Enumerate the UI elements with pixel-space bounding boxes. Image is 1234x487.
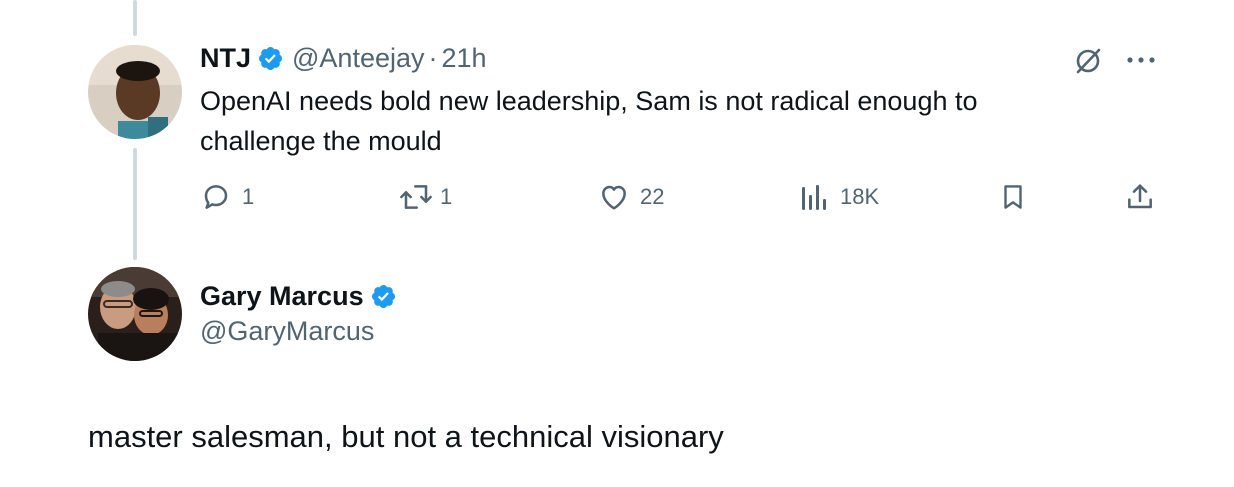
parent-tweet-text-line2: challenge the mould [200, 126, 442, 156]
thread-line-middle [133, 148, 137, 260]
like-button[interactable]: 22 [598, 181, 664, 213]
more-icon[interactable] [1125, 55, 1157, 65]
repost-icon [398, 181, 434, 213]
verified-badge-icon [257, 45, 284, 72]
share-button[interactable] [1124, 181, 1156, 213]
parent-tweet-text-line1: OpenAI needs bold new leadership, Sam is… [200, 86, 978, 116]
parent-timestamp[interactable]: 21h [442, 43, 487, 74]
reply-icon [200, 181, 232, 213]
like-count: 22 [640, 184, 665, 209]
time-separator: · [428, 43, 438, 73]
bookmark-button[interactable] [998, 181, 1028, 213]
repost-button[interactable]: 1 [398, 181, 452, 213]
avatar-ntj[interactable] [88, 45, 182, 139]
share-icon [1124, 181, 1156, 213]
parent-tweet-header: NTJ @Anteejay · 21h [200, 43, 487, 74]
main-tweet-name-row: Gary Marcus [200, 281, 397, 312]
main-display-name[interactable]: Gary Marcus [200, 281, 364, 312]
repost-count: 1 [440, 184, 453, 209]
main-handle[interactable]: @GaryMarcus [200, 316, 374, 347]
bookmark-icon [998, 181, 1028, 213]
thread-line-top [133, 0, 137, 36]
verified-badge-icon [370, 283, 397, 310]
main-tweet-text: master salesman, but not a technical vis… [88, 419, 724, 454]
views-count: 18K [840, 184, 880, 209]
parent-tweet-text: OpenAI needs bold new leadership, Sam is… [200, 81, 978, 161]
like-icon [598, 181, 630, 213]
views-button[interactable]: 18K [800, 181, 879, 213]
main-tweet-handle-row: @GaryMarcus [200, 316, 374, 347]
parent-handle[interactable]: @Anteejay [292, 43, 424, 74]
avatar-gary-marcus[interactable] [88, 267, 182, 361]
views-icon [800, 181, 830, 213]
reply-button[interactable]: 1 [200, 181, 254, 213]
reply-count: 1 [242, 184, 255, 209]
parent-display-name[interactable]: NTJ [200, 43, 251, 74]
grok-icon[interactable] [1072, 45, 1104, 77]
